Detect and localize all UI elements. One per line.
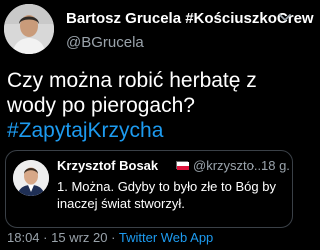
author-handle[interactable]: @BGrucela: [66, 34, 144, 52]
chevron-down-icon: [279, 14, 291, 21]
quoted-separator: ·: [251, 158, 256, 173]
quoted-avatar-image: [13, 160, 49, 196]
quoted-timestamp[interactable]: 18 g.: [261, 158, 290, 174]
author-avatar[interactable]: [4, 4, 54, 54]
quoted-tweet[interactable]: Krzysztof Bosak @krzyszto... · 18 g. 1. …: [5, 150, 293, 228]
quoted-tweet-text: 1. Można. Gdyby to było złe to Bóg by in…: [57, 179, 276, 211]
poland-flag-icon: [176, 161, 189, 170]
meta-separator: ·: [43, 230, 48, 245]
quoted-author-avatar[interactable]: [13, 160, 49, 196]
meta-separator: ·: [111, 230, 116, 245]
tweet-meta: 18:04 · 15 wrz 20 · Twitter Web App: [7, 230, 213, 246]
more-options-button[interactable]: [276, 8, 294, 26]
tweet-time[interactable]: 18:04: [7, 230, 40, 245]
tweet: Bartosz Grucela #KościuszkoCrew @BGrucel…: [0, 0, 314, 250]
tweet-date[interactable]: 15 wrz 20: [51, 230, 107, 245]
quoted-display-name[interactable]: Krzysztof Bosak: [57, 158, 158, 174]
tweet-text: Czy można robić herbatę z wody po pierog…: [7, 69, 257, 117]
tweet-source[interactable]: Twitter Web App: [119, 230, 213, 245]
hashtag-link[interactable]: #ZapytajKrzycha: [7, 118, 163, 143]
author-avatar-image: [4, 4, 54, 54]
